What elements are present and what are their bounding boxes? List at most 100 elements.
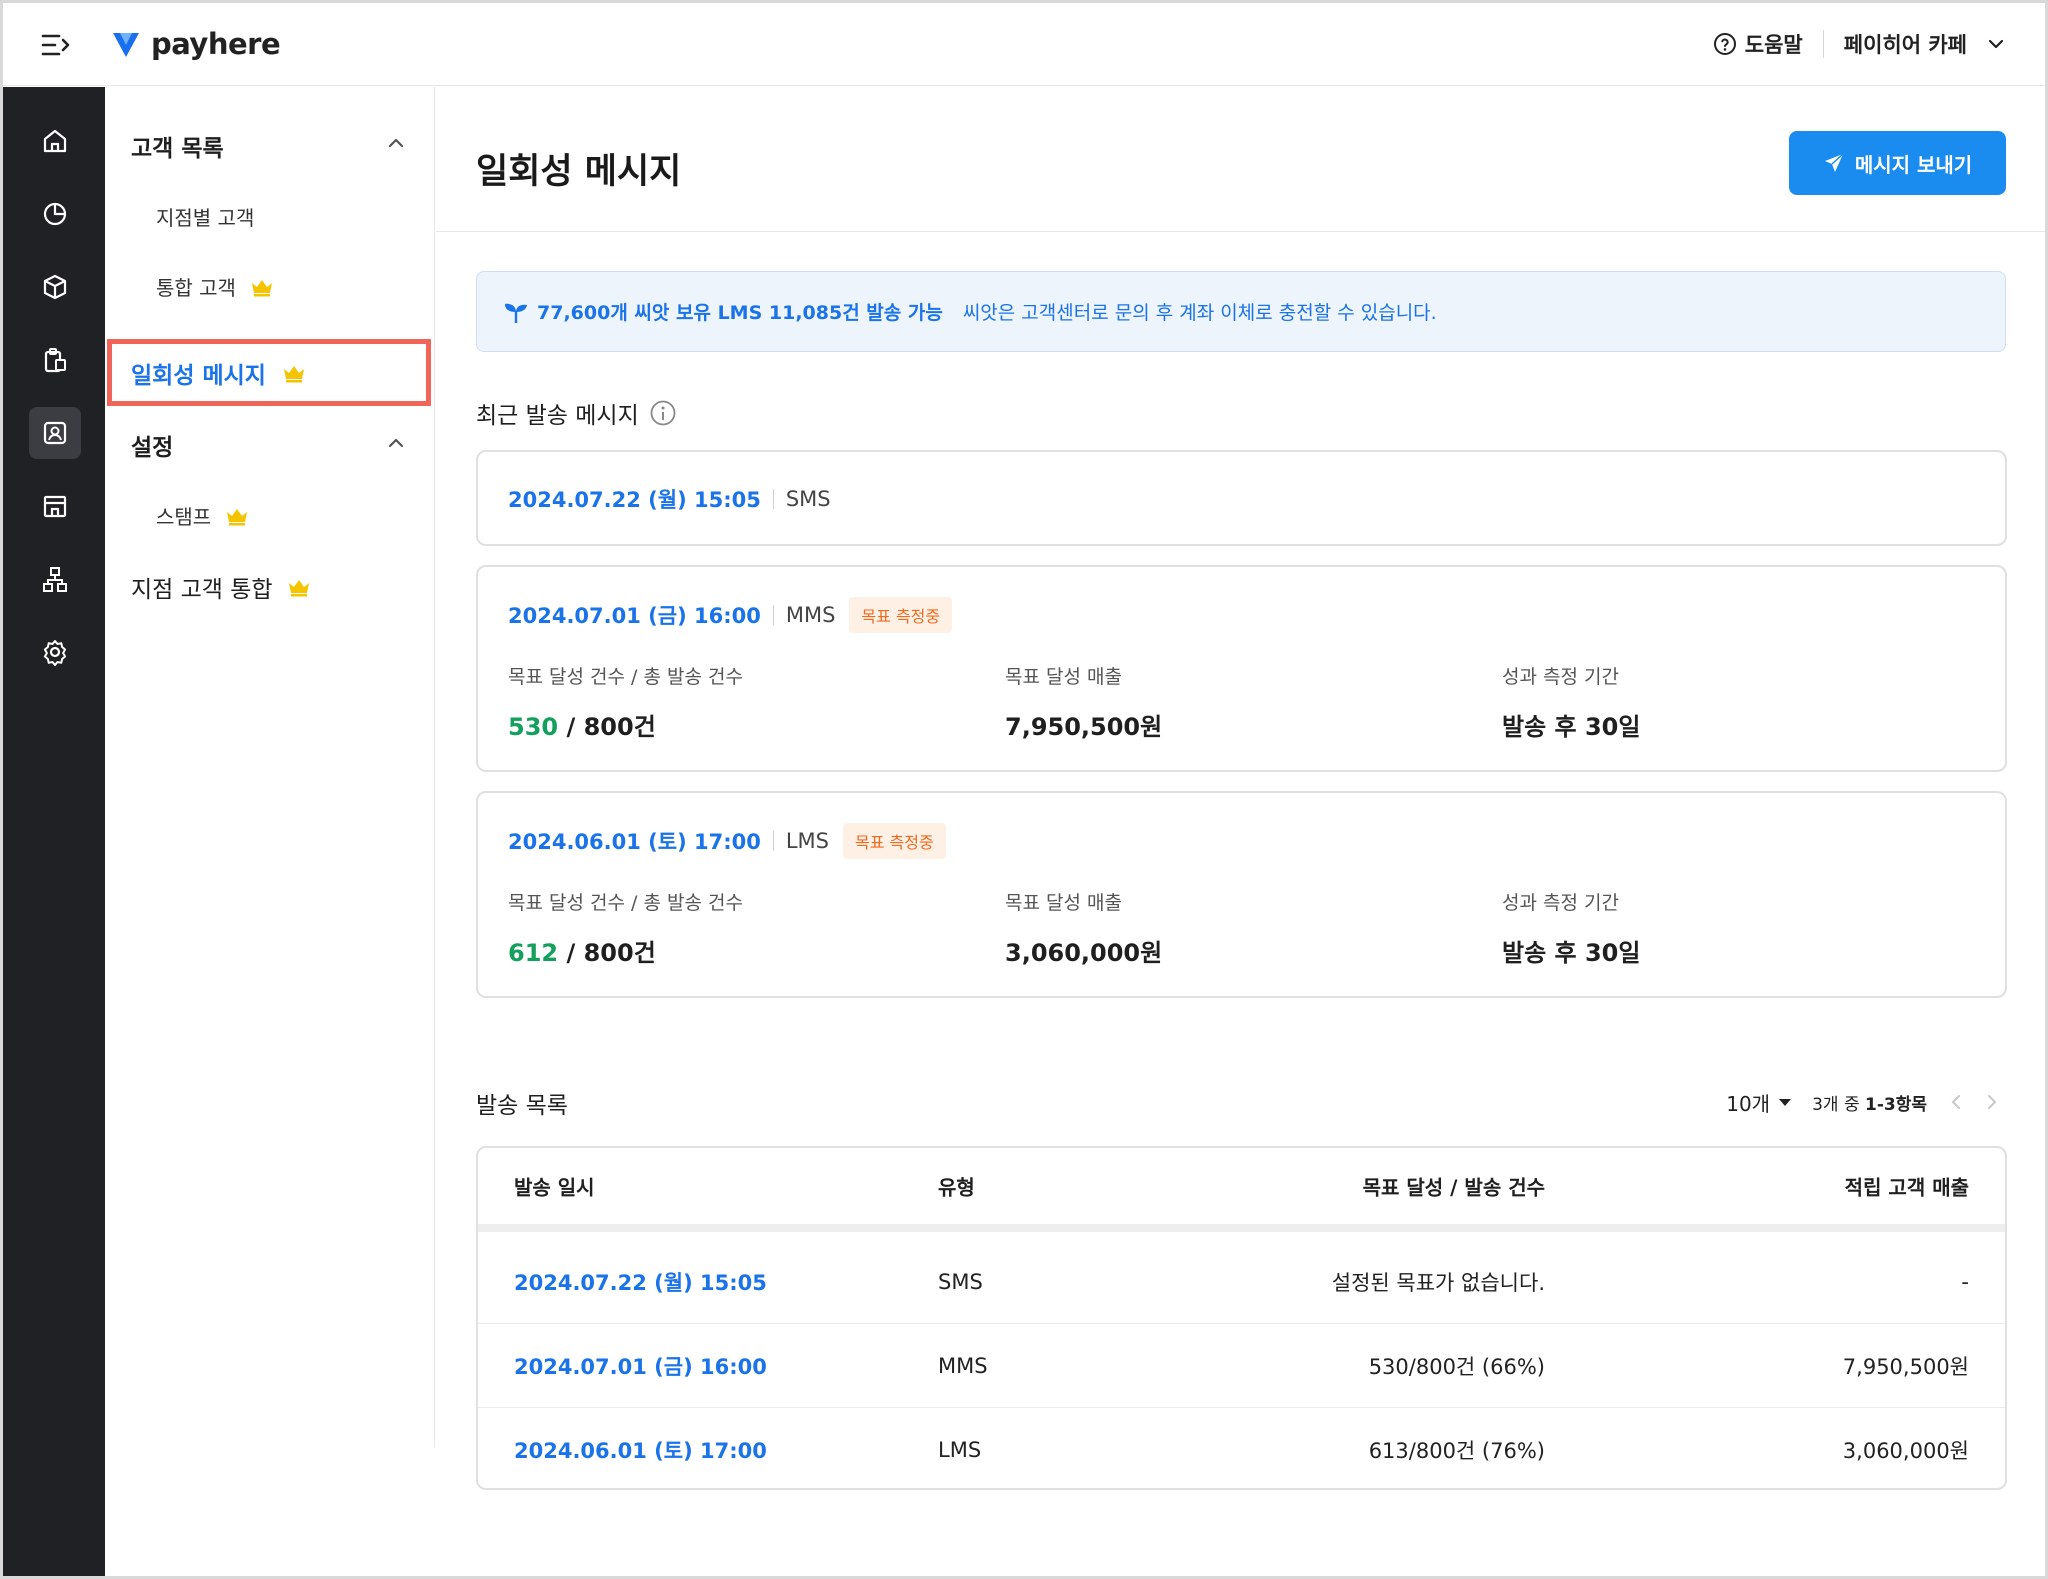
- nav-store[interactable]: [29, 480, 81, 532]
- row-type: SMS: [938, 1269, 983, 1294]
- card-header: 2024.07.22 (월) 15:05 SMS: [508, 484, 831, 514]
- crown-icon: [283, 365, 304, 382]
- metric-period: 성과 측정 기간 발송 후 30일: [1502, 662, 1640, 742]
- pie-chart-icon: [43, 202, 67, 226]
- row-date[interactable]: 2024.06.01 (토) 17:00: [514, 1435, 767, 1465]
- total-count: / 800건: [566, 939, 656, 967]
- chevron-up-icon[interactable]: [387, 437, 405, 449]
- store-icon: [43, 495, 67, 518]
- menu-toggle-icon[interactable]: [41, 32, 71, 58]
- sidebar-group-customers[interactable]: 고객 목록: [131, 129, 224, 163]
- nav-products[interactable]: [29, 261, 81, 313]
- metric-goal-sales: 목표 달성 매출 3,060,000원: [1005, 888, 1162, 968]
- metric-label: 목표 달성 매출: [1005, 666, 1122, 688]
- recent-messages-title: 최근 발송 메시지: [476, 396, 677, 430]
- question-icon: [1713, 33, 1736, 55]
- help-button[interactable]: 도움말: [1713, 29, 1803, 59]
- divider: [1822, 30, 1824, 58]
- nav-analytics[interactable]: [29, 188, 81, 240]
- sidebar-item-branch-customers[interactable]: 지점별 고객: [156, 202, 254, 231]
- help-label: 도움말: [1744, 33, 1803, 57]
- divider: [772, 831, 774, 851]
- metric-label: 성과 측정 기간: [1502, 666, 1619, 688]
- next-page-button[interactable]: [1977, 1087, 2007, 1117]
- column-header[interactable]: 유형: [938, 1172, 975, 1201]
- range-text: 3개 중 1-3항목: [1812, 1090, 1927, 1115]
- payhere-logo[interactable]: payhere: [111, 27, 281, 61]
- status-badge: 목표 측정중: [849, 597, 953, 633]
- send-message-button[interactable]: 메시지 보내기: [1789, 131, 2006, 195]
- message-date[interactable]: 2024.07.01 (금) 16:00: [508, 600, 761, 630]
- table-row[interactable]: 2024.07.22 (월) 15:05 SMS 설정된 목표가 없습니다. -: [478, 1240, 2005, 1324]
- chevron-right-icon: [1988, 1095, 1997, 1109]
- row-goal: 530/800건 (66%): [1368, 1354, 1545, 1379]
- table-row[interactable]: 2024.06.01 (토) 17:00 LMS 613/800건 (76%) …: [478, 1408, 2005, 1488]
- nav-settings[interactable]: [29, 626, 81, 678]
- page-header: 일회성 메시지 메시지 보내기: [436, 87, 2045, 232]
- seed-info-banner: 77,600개 씨앗 보유 LMS 11,085건 발송 가능 씨앗은 고객센터…: [476, 271, 2006, 352]
- per-page-value: 10개: [1726, 1091, 1771, 1116]
- message-date[interactable]: 2024.06.01 (토) 17:00: [508, 826, 761, 856]
- divider: [772, 605, 774, 625]
- row-date[interactable]: 2024.07.01 (금) 16:00: [514, 1351, 767, 1381]
- row-sales: 7,950,500원: [1842, 1354, 1969, 1379]
- row-date[interactable]: 2024.07.22 (월) 15:05: [514, 1267, 767, 1297]
- sidebar-item-label: 스탬프: [156, 505, 212, 529]
- info-icon[interactable]: [649, 399, 677, 427]
- recent-message-card[interactable]: 2024.07.22 (월) 15:05 SMS: [476, 450, 2007, 546]
- row-goal: 설정된 목표가 없습니다.: [1331, 1270, 1545, 1295]
- metric-value: 612 / 800건: [508, 933, 743, 968]
- column-header[interactable]: 발송 일시: [514, 1172, 595, 1201]
- total-count: / 800건: [566, 713, 656, 741]
- chevron-left-icon: [1951, 1095, 1960, 1109]
- table-header: 발송 일시 유형 목표 달성 / 발송 건수 적립 고객 매출: [478, 1148, 2005, 1232]
- sidebar-item-label: 지점 고객 통합: [131, 577, 273, 603]
- column-header[interactable]: 목표 달성 / 발송 건수: [1363, 1172, 1545, 1201]
- crown-icon: [251, 279, 272, 296]
- message-date[interactable]: 2024.07.22 (월) 15:05: [508, 484, 761, 514]
- history-title: 발송 목록: [476, 1093, 568, 1119]
- customer-icon: [43, 421, 67, 445]
- nav-organization[interactable]: [29, 553, 81, 605]
- prev-page-button[interactable]: [1941, 1087, 1971, 1117]
- table-row[interactable]: 2024.07.01 (금) 16:00 MMS 530/800건 (66%) …: [478, 1324, 2005, 1408]
- seed-balance-text: 77,600개 씨앗 보유 LMS 11,085건 발송 가능: [537, 302, 943, 324]
- achieved-count: 612: [508, 939, 559, 967]
- sidebar-item-one-time-message[interactable]: 일회성 메시지: [107, 339, 431, 406]
- row-type: MMS: [938, 1353, 988, 1378]
- nav-home[interactable]: [29, 115, 81, 167]
- message-type: MMS: [785, 603, 836, 627]
- sidebar-item-integrated-customers[interactable]: 통합 고객: [156, 272, 274, 301]
- card-header: 2024.06.01 (토) 17:00 LMS 목표 측정중: [508, 823, 946, 859]
- crown-icon: [227, 508, 248, 525]
- sidebar-item-stamp[interactable]: 스탬프: [156, 501, 249, 530]
- pagination: 10개 3개 중 1-3항목: [1726, 1087, 2007, 1117]
- page-title: 일회성 메시지: [476, 152, 682, 192]
- row-sales: 3,060,000원: [1842, 1439, 1969, 1463]
- main-nav-rail: [3, 87, 105, 1576]
- recent-message-card[interactable]: 2024.07.01 (금) 16:00 MMS 목표 측정중 목표 달성 건수…: [476, 565, 2007, 772]
- sidebar-item-branch-integration[interactable]: 지점 고객 통합: [131, 570, 311, 604]
- chevron-down-icon: [1988, 39, 2004, 49]
- seed-charge-text: 씨앗은 고객센터로 문의 후 계좌 이체로 충전할 수 있습니다.: [962, 302, 1437, 324]
- store-selector[interactable]: 페이히어 카페: [1844, 29, 2005, 59]
- send-button-label: 메시지 보내기: [1854, 152, 1973, 177]
- sidebar-group-settings[interactable]: 설정: [131, 428, 173, 462]
- column-header[interactable]: 적립 고객 매출: [1845, 1172, 1969, 1201]
- message-type: LMS: [785, 829, 829, 853]
- metric-value: 3,060,000원: [1005, 939, 1163, 967]
- main-content: 일회성 메시지 메시지 보내기 77,600개 씨앗 보유 LMS 11,085…: [436, 87, 2045, 1576]
- sidebar-item-label: 지점별 고객: [156, 206, 255, 230]
- per-page-select[interactable]: 10개: [1726, 1088, 1792, 1117]
- recent-message-card[interactable]: 2024.06.01 (토) 17:00 LMS 목표 측정중 목표 달성 건수…: [476, 791, 2007, 998]
- top-right-area: 도움말 페이히어 카페: [1713, 29, 2005, 59]
- nav-customers[interactable]: [29, 407, 81, 459]
- box-icon: [43, 274, 67, 300]
- crown-icon: [288, 580, 309, 597]
- chevron-up-icon[interactable]: [387, 137, 405, 149]
- sidebar-item-label: 일회성 메시지: [131, 362, 266, 389]
- nav-orders[interactable]: [29, 334, 81, 386]
- sidebar-item-label: 통합 고객: [156, 276, 236, 300]
- metric-label: 목표 달성 매출: [1005, 892, 1122, 914]
- recent-title-label: 최근 발송 메시지: [476, 403, 639, 429]
